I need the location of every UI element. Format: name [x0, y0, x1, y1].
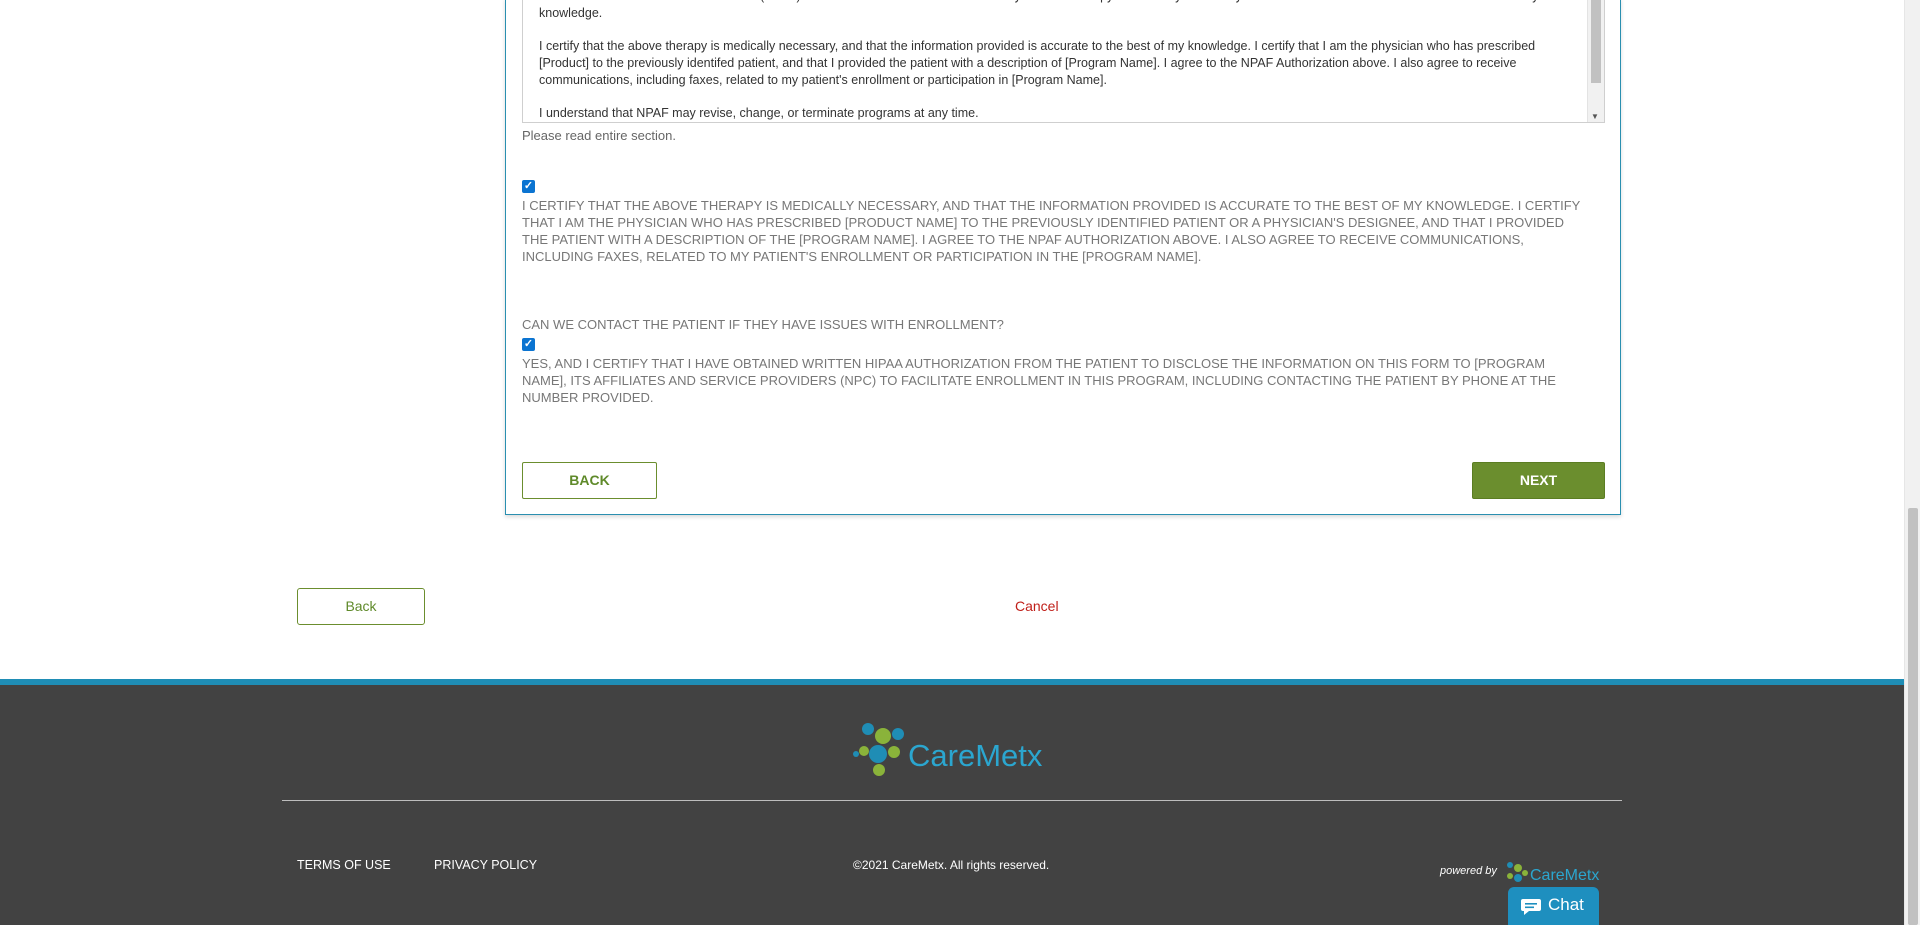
contact-checkbox[interactable]: ✓ [522, 338, 535, 351]
chat-button[interactable]: Chat [1508, 887, 1599, 925]
footer-logo-text: CareMetx [908, 738, 1043, 773]
legal-paragraph: I certify that the above therapy is medi… [539, 39, 1536, 87]
privacy-policy-link[interactable]: PRIVACY POLICY [434, 858, 537, 872]
page-back-button[interactable]: Back [297, 588, 425, 625]
legal-paragraph: I understand that NPAF may revise, chang… [539, 106, 979, 120]
copyright-text: ©2021 CareMetx. All rights reserved. [853, 858, 1050, 872]
contact-question: CAN WE CONTACT THE PATIENT IF THEY HAVE … [522, 317, 1004, 332]
footer-logo: CareMetx [852, 714, 1052, 780]
cancel-link[interactable]: Cancel [1015, 598, 1059, 614]
legal-paragraph: Novartis Patient Assistance Foundation (… [539, 0, 1539, 20]
scroll-down-arrow-icon[interactable]: ▼ [1591, 112, 1599, 121]
powered-by-logo-text: CareMetx [1530, 867, 1600, 884]
footer-divider [282, 800, 1622, 801]
powered-by-badge: powered by CareMetx [1440, 859, 1610, 887]
certify-text: I CERTIFY THAT THE ABOVE THERAPY IS MEDI… [522, 198, 1581, 264]
legal-text: Novartis Patient Assistance Foundation (… [539, 0, 1569, 122]
powered-caremetx-logo-icon [1507, 862, 1528, 882]
page-scrollbar-thumb[interactable] [1908, 508, 1918, 925]
chat-bubble-icon [1521, 899, 1541, 915]
legal-scrollbar-thumb[interactable] [1591, 0, 1601, 83]
chat-label: Chat [1548, 895, 1584, 914]
legal-scrollbar[interactable]: ▼ [1587, 0, 1604, 122]
legal-text-box[interactable]: Novartis Patient Assistance Foundation (… [522, 0, 1605, 123]
powered-by-label: powered by [1440, 865, 1497, 877]
form-next-button[interactable]: NEXT [1472, 462, 1605, 499]
page-scrollbar[interactable] [1904, 0, 1920, 925]
read-section-hint: Please read entire section. [522, 128, 676, 143]
terms-of-use-link[interactable]: TERMS OF USE [297, 858, 391, 872]
certify-checkbox[interactable]: ✓ [522, 180, 535, 193]
form-back-button[interactable]: BACK [522, 462, 657, 499]
contact-consent-text: YES, AND I CERTIFY THAT I HAVE OBTAINED … [522, 356, 1556, 405]
